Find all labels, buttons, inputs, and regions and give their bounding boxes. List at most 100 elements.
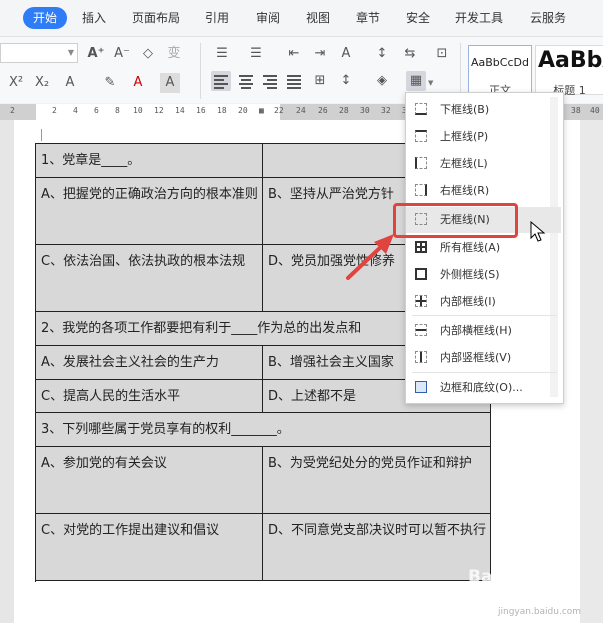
- ruler-number: 20: [238, 106, 248, 115]
- shading-fill-icon[interactable]: ◈: [372, 71, 392, 91]
- border-menu-label: 所有框线(A): [440, 241, 501, 254]
- align-right-icon[interactable]: [260, 71, 280, 91]
- menu-tab-review[interactable]: 审阅: [256, 9, 280, 27]
- ruler-number: 32: [381, 106, 391, 115]
- border-top-icon: [415, 130, 427, 142]
- border-menu-label: 内部框线(I): [440, 295, 496, 308]
- table-cell[interactable]: D、不同意党支部决议时可以暂不执行: [263, 514, 491, 581]
- text-effect-icon[interactable]: A: [60, 73, 80, 93]
- highlight-icon[interactable]: ✎: [100, 73, 120, 93]
- toolbar-divider: [200, 43, 201, 99]
- decrease-indent-icon[interactable]: ⇤: [284, 44, 304, 64]
- border-menu-label: 边框和底纹(O)...: [440, 381, 523, 394]
- ruler-number: 28: [339, 106, 349, 115]
- distributed-align-icon[interactable]: ⊞: [310, 71, 330, 91]
- border-menu-button[interactable]: ▦: [406, 71, 426, 91]
- menu-tab-view[interactable]: 视图: [306, 9, 330, 27]
- ruler-number: 22: [274, 106, 284, 115]
- align-left-icon[interactable]: [211, 71, 231, 91]
- superscript-icon[interactable]: X²: [6, 73, 26, 93]
- clear-format-icon[interactable]: ◇: [138, 44, 158, 64]
- border-menu-item[interactable]: 内部竖框线(V): [406, 345, 561, 371]
- table-cell[interactable]: C、依法治国、依法执政的根本法规: [36, 245, 263, 312]
- annotation-highlight-box: [393, 203, 518, 238]
- mouse-cursor-icon: [530, 221, 546, 242]
- toolbar-divider: [460, 43, 461, 99]
- vertical-scrollbar[interactable]: [580, 120, 603, 623]
- style-normal-sample: AaBbCcDd: [471, 56, 529, 69]
- menu-tab-cloud[interactable]: 云服务: [530, 9, 566, 27]
- table-cell[interactable]: A、发展社会主义社会的生产力: [36, 346, 263, 380]
- font-color-icon[interactable]: A: [128, 73, 148, 93]
- sort-icon[interactable]: ↕: [372, 44, 392, 64]
- ruler-number: 12: [154, 106, 164, 115]
- justify-icon[interactable]: [284, 71, 304, 91]
- chevron-down-icon[interactable]: ▼: [68, 48, 74, 57]
- table-cell[interactable]: B、为受党纪处分的党员作证和辩护: [263, 447, 491, 514]
- border-menu-item[interactable]: 下框线(B): [406, 97, 561, 123]
- shrink-font-icon[interactable]: A⁻: [112, 44, 132, 64]
- ruler-number: 6: [94, 106, 99, 115]
- border-menu-label: 右框线(R): [440, 184, 490, 197]
- grow-font-icon[interactable]: A⁺: [86, 44, 106, 64]
- char-shading-icon[interactable]: A: [160, 73, 180, 93]
- ruler-number: 14: [175, 106, 185, 115]
- line-spacing-icon[interactable]: ↕: [336, 71, 356, 91]
- style-heading1-card[interactable]: AaBbA 标题 1: [535, 45, 603, 97]
- ruler-number: 18: [217, 106, 227, 115]
- phonetic-guide-icon[interactable]: 变: [164, 44, 184, 64]
- border-menu-item[interactable]: 右框线(R): [406, 178, 561, 204]
- border-menu-label: 外侧框线(S): [440, 268, 500, 281]
- border-inside-icon: [415, 295, 427, 307]
- show-marks-icon[interactable]: ⇆: [400, 44, 420, 64]
- border-menu-item[interactable]: 上框线(P): [406, 124, 561, 150]
- numbered-list-icon[interactable]: ☰: [246, 44, 266, 64]
- border-inside-vertical-icon: [415, 351, 427, 363]
- menu-tab-developer[interactable]: 开发工具: [455, 9, 503, 27]
- border-menu-item[interactable]: 内部框线(I): [406, 289, 561, 315]
- border-inside-horizontal-icon: [415, 324, 427, 336]
- border-bottom-icon: [415, 103, 427, 115]
- menu-bar: 开始 插入 页面布局 引用 审阅 视图 章节 安全 开发工具 云服务: [0, 0, 603, 37]
- text-box-icon[interactable]: ⊡: [432, 44, 452, 64]
- border-menu-item[interactable]: 内部横框线(H): [406, 318, 561, 344]
- border-menu-item[interactable]: 边框和底纹(O)...: [406, 375, 561, 401]
- annotation-arrow-icon: [346, 234, 394, 280]
- menu-tab-security[interactable]: 安全: [406, 9, 430, 27]
- border-menu-item[interactable]: 左框线(L): [406, 151, 561, 177]
- ruler-marker-icon[interactable]: ▦: [259, 106, 264, 115]
- menu-tab-home[interactable]: 开始: [23, 7, 68, 29]
- ruler-number: 24: [296, 106, 306, 115]
- style-normal-card[interactable]: AaBbCcDd 正文: [468, 45, 532, 97]
- border-menu-label: 上框线(P): [440, 130, 489, 143]
- align-center-icon[interactable]: [236, 71, 256, 91]
- menu-divider: [412, 315, 557, 316]
- chinese-layout-icon[interactable]: A: [336, 44, 356, 64]
- menu-tab-page-layout[interactable]: 页面布局: [132, 9, 180, 27]
- watermark-url: jingyan.baidu.com: [498, 607, 582, 617]
- subscript-icon[interactable]: X₂: [32, 73, 52, 93]
- border-menu-label: 内部横框线(H): [440, 324, 512, 337]
- chevron-down-icon[interactable]: ▼: [428, 79, 433, 87]
- border-outside-icon: [415, 268, 427, 280]
- ruler-number: 40: [590, 106, 600, 115]
- ruler-number: 8: [115, 106, 120, 115]
- border-menu-item[interactable]: 外侧框线(S): [406, 262, 561, 288]
- table-cell[interactable]: A、参加党的有关会议: [36, 447, 263, 514]
- ruler-number: 26: [318, 106, 328, 115]
- increase-indent-icon[interactable]: ⇥: [310, 44, 330, 64]
- font-name-select[interactable]: ▼: [0, 43, 78, 63]
- table-cell[interactable]: A、把握党的正确政治方向的根本准则: [36, 178, 263, 245]
- bullet-list-icon[interactable]: ☰: [212, 44, 232, 64]
- table-cell[interactable]: 1、党章是____。: [36, 144, 263, 178]
- ruler-number: 2: [52, 106, 57, 115]
- table-cell[interactable]: C、对党的工作提出建议和倡议: [36, 514, 263, 581]
- menu-tab-chapter[interactable]: 章节: [356, 9, 380, 27]
- border-dropdown-menu: 下框线(B) 上框线(P) 左框线(L) 右框线(R) 无框线(N) 所有框线(…: [405, 92, 564, 404]
- page-margin-mark: [41, 129, 42, 141]
- menu-tab-insert[interactable]: 插入: [82, 9, 106, 27]
- menu-tab-references[interactable]: 引用: [205, 9, 229, 27]
- border-all-icon: [415, 241, 427, 253]
- table-cell[interactable]: 3、下列哪些属于党员享有的权利_______。: [36, 413, 491, 447]
- table-cell[interactable]: C、提高人民的生活水平: [36, 380, 263, 413]
